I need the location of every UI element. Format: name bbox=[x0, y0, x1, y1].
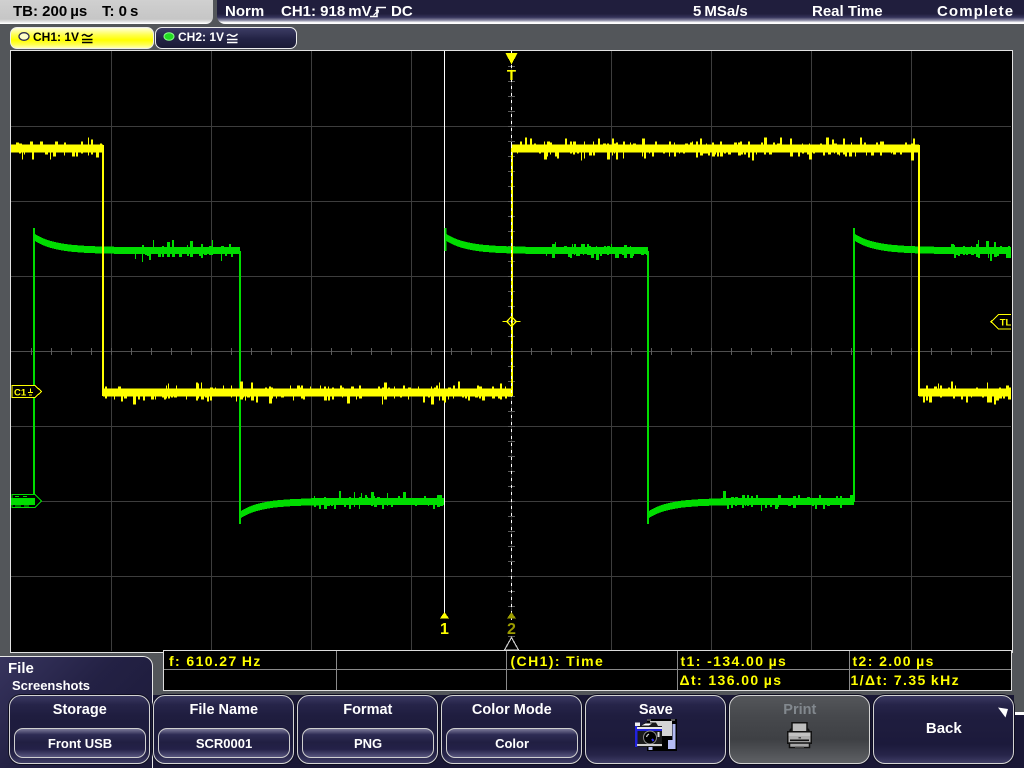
svg-text:T: T bbox=[506, 67, 515, 84]
svg-text:TL: TL bbox=[999, 317, 1010, 328]
svg-text:1: 1 bbox=[440, 621, 449, 638]
svg-text:2: 2 bbox=[507, 621, 516, 638]
svg-text:C1: C1 bbox=[14, 387, 27, 398]
